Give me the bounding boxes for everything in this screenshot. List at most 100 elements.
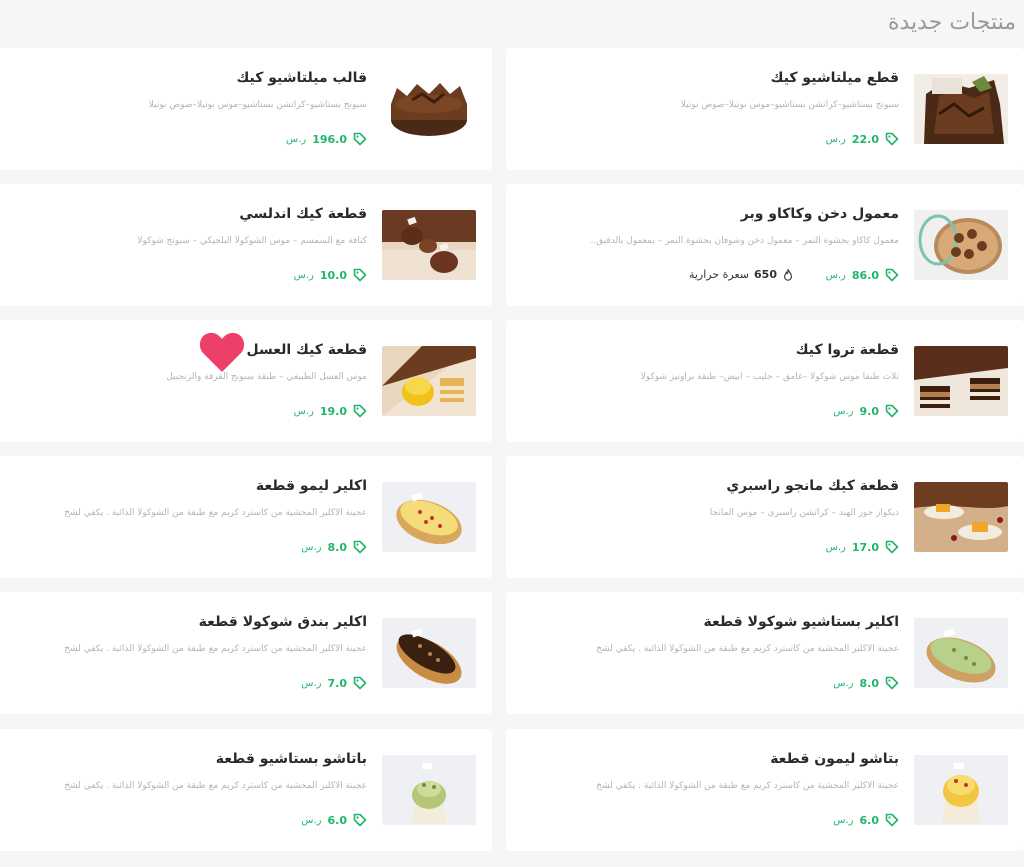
price-value: 9.0 [859,404,880,418]
product-name[interactable]: قطعة كيك مانجو راسبري [726,478,899,494]
price-tag-icon [885,540,899,554]
price-value: 7.0 [327,676,348,690]
product-card[interactable]: اكلير ليمو قطعة عجينة الاكلير المحشية من… [0,456,492,578]
calories-info: 650 سعرة حرارية [689,268,794,281]
product-image[interactable] [382,74,476,144]
product-card[interactable]: باتاشو بستاشيو قطعة عجينة الاكلير المحشي… [0,729,492,851]
product-price: 8.0 ر.س [833,676,899,690]
product-price: 7.0 ر.س [301,676,367,690]
product-description: عجينة الاكلير المحشية من كاسترد كريم مع … [596,644,899,654]
product-name[interactable]: قطعة كيك اندلسي [239,206,367,222]
product-name[interactable]: اكلير بندق شوكولا قطعة [199,614,367,630]
product-description: سبونج بستاشيو–كراتشن بستاشيو–موس نوتيلا–… [680,100,899,110]
heart-icon[interactable] [198,330,246,374]
currency-label: ر.س [825,133,846,145]
currency-label: ر.س [293,269,314,281]
product-image[interactable] [382,210,476,280]
product-description: موس العسل الطبيعي – طبقة سبونج القرفة وا… [166,372,367,382]
product-description: معمول كاكاو بحشوة التمر – معمول دخن وشوف… [590,236,899,246]
product-image[interactable] [382,618,476,688]
price-value: 22.0 [851,132,879,146]
currency-label: ر.س [825,541,846,553]
product-name[interactable]: باتاشو بستاشيو قطعة [216,751,367,767]
price-tag-icon [885,404,899,418]
product-description: ديكواز جوز الهند – كراتشن راسبري – موس ا… [709,508,899,518]
currency-label: ر.س [301,814,322,826]
currency-label: ر.س [825,269,846,281]
product-name[interactable]: قالب ميلتاشيو كيك [237,70,367,86]
product-card[interactable]: قطعة كيك مانجو راسبري ديكواز جوز الهند –… [506,456,1024,578]
product-price: 9.0 ر.س [833,404,899,418]
currency-label: ر.س [293,405,314,417]
price-value: 6.0 [327,813,348,827]
product-name[interactable]: قطع ميلتاشيو كيك [771,70,899,86]
product-price: 8.0 ر.س [301,540,367,554]
product-description: عجينة الاكلير المحشية من كاسترد كريم مع … [64,508,367,518]
product-description: ثلاث طبقا موس شوكولا –غامق – حليب – ابيض… [640,372,899,382]
price-tag-icon [353,268,367,282]
price-tag-icon [885,132,899,146]
price-tag-icon [885,813,899,827]
price-tag-icon [353,404,367,418]
product-image[interactable] [914,618,1008,688]
currency-label: ر.س [833,814,854,826]
currency-label: ر.س [301,541,322,553]
calories-label: سعرة حرارية [688,268,750,281]
price-tag-icon [885,676,899,690]
product-card[interactable]: قطعة كيك اندلسي كنافة مع السمسم – موس ال… [0,184,492,306]
price-value: 86.0 [851,268,879,282]
product-image[interactable] [382,755,476,825]
product-price: 6.0 ر.س [301,813,367,827]
currency-label: ر.س [285,133,307,145]
price-tag-icon [353,132,367,146]
flame-icon [784,268,792,281]
product-name[interactable]: معمول دخن وكاكاو وبر [741,206,899,222]
calories-value: 650 [754,268,777,281]
price-value: 8.0 [859,676,880,690]
price-value: 19.0 [319,404,347,418]
product-card[interactable]: قطع ميلتاشيو كيك سبونج بستاشيو–كراتشن بس… [506,48,1024,170]
product-price: 10.0 ر.س [294,268,367,282]
product-name[interactable]: قطعة تروا كيك [796,342,899,358]
product-name[interactable]: اكلير بستاشيو شوكولا قطعة [703,614,899,630]
price-value: 8.0 [327,540,348,554]
product-image[interactable] [914,482,1008,552]
product-name[interactable]: اكلير ليمو قطعة [256,478,367,494]
product-price: 19.0 ر.س [294,404,367,418]
product-description: كنافة مع السمسم – موس الشوكولا البلجيكي … [137,236,367,246]
product-description: عجينة الاكلير المحشية من كاسترد كريم مع … [64,781,367,791]
product-price: 22.0 ر.س [826,132,899,146]
product-image[interactable] [914,74,1008,144]
price-tag-icon [353,676,367,690]
product-image[interactable] [914,755,1008,825]
product-price: 86.0 ر.س [826,268,899,282]
product-image[interactable] [914,346,1008,416]
currency-label: ر.س [833,405,854,417]
section-title: منتجات جديدة [887,10,1016,35]
product-card[interactable]: معمول دخن وكاكاو وبر معمول كاكاو بحشوة ا… [506,184,1024,306]
product-card[interactable]: قطعة تروا كيك ثلاث طبقا موس شوكولا –غامق… [506,320,1024,442]
price-value: 196.0 [312,132,347,146]
price-tag-icon [353,813,367,827]
product-price: 196.0 ر.س [286,132,367,146]
product-image[interactable] [382,482,476,552]
product-card[interactable]: قطعة كيك العسل موس العسل الطبيعي – طبقة … [0,320,492,442]
currency-label: ر.س [301,677,322,689]
product-image[interactable] [382,346,476,416]
product-description: عجينة الاكلير المحشية من كاسترد كريم مع … [64,644,367,654]
product-card[interactable]: قالب ميلتاشيو كيك سبونج بستاشيو–كراتشن ب… [0,48,492,170]
currency-label: ر.س [833,677,854,689]
product-name[interactable]: قطعة كيك العسل [246,342,367,358]
price-tag-icon [885,268,899,282]
product-description: سبونج بستاشيو–كراتشن بستاشيو–موس نوتيلا–… [148,100,367,110]
price-value: 10.0 [319,268,347,282]
product-card[interactable]: اكلير بستاشيو شوكولا قطعة عجينة الاكلير … [506,592,1024,714]
product-card[interactable]: اكلير بندق شوكولا قطعة عجينة الاكلير الم… [0,592,492,714]
product-name[interactable]: بتاشو ليمون قطعة [770,751,899,767]
product-card[interactable]: بتاشو ليمون قطعة عجينة الاكلير المحشية م… [506,729,1024,851]
price-value: 17.0 [851,540,879,554]
product-price: 6.0 ر.س [833,813,899,827]
product-description: عجينة الاكلير المحشية من كاسترد كريم مع … [596,781,899,791]
price-tag-icon [353,540,367,554]
product-image[interactable] [914,210,1008,280]
